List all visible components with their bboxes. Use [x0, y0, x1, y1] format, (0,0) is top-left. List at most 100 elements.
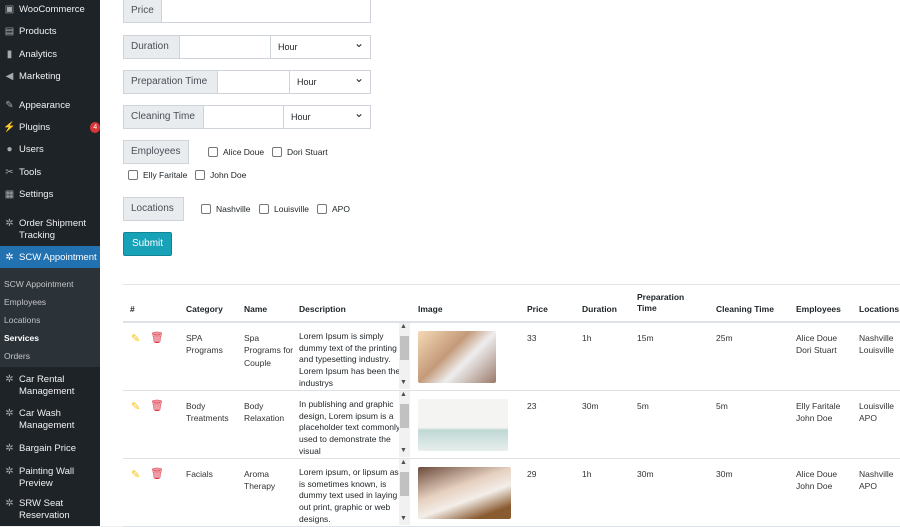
cell-name: Spa Programs for Couple [244, 333, 294, 368]
sidebar-item-analytics[interactable]: ▮ Analytics [0, 49, 100, 61]
prep-unit-select[interactable]: Hour [289, 67, 371, 94]
employee-checkbox[interactable]: Elly Faritale [128, 170, 187, 180]
duration-input[interactable] [179, 35, 271, 59]
sidebar-item-appearance[interactable]: ✎ Appearance [0, 100, 100, 112]
sidebar-item-users[interactable]: ● Users [0, 144, 100, 156]
woo-icon: ▣ [4, 4, 15, 15]
sidebar-item-label: Bargain Price [19, 443, 77, 454]
gear-icon: ✲ [5, 218, 14, 229]
sidebar-item-label: Analytics [19, 49, 58, 60]
cell-description[interactable]: In publishing and graphic design, Lorem … [295, 391, 411, 457]
edit-icon[interactable]: ✎ [131, 400, 140, 413]
submenu-services[interactable]: Services [4, 333, 39, 343]
sidebar-item-car-rental-management[interactable]: ✲ Car Rental Management [0, 374, 100, 398]
sidebar-item-car-wash-management[interactable]: ✲ Car Wash Management [0, 408, 100, 432]
employees-label: Employees [123, 140, 189, 164]
admin-sidebar: SCW Appointment Employees Locations Serv… [0, 0, 100, 526]
duration-unit-select[interactable]: Hour [270, 32, 371, 59]
cleaning-label: Cleaning Time [123, 105, 204, 129]
submenu-scw-appointment[interactable]: SCW Appointment [4, 279, 73, 289]
column-header: Locations [859, 304, 900, 314]
sidebar-item-label: Tools [19, 167, 42, 178]
sidebar-item-tools[interactable]: ✂ Tools [0, 167, 100, 179]
submenu: SCW Appointment Employees Locations Serv… [0, 268, 100, 367]
cell-locations: Louisville APO [859, 401, 894, 424]
cell-prep: 5m [637, 401, 649, 411]
submenu-orders[interactable]: Orders [4, 351, 30, 361]
cell-category: SPA Programs [186, 333, 223, 356]
gear-icon: ✲ [5, 252, 14, 263]
cell-cleaning: 30m [716, 469, 733, 479]
column-header: Description [299, 304, 346, 314]
trash-icon[interactable]: 🗑 [150, 467, 164, 480]
description-scrollbar[interactable]: ▲ ▼ [399, 391, 410, 457]
column-header: Price [527, 304, 548, 314]
submenu-employees[interactable]: Employees [4, 297, 46, 307]
locations-label: Locations [123, 197, 184, 221]
prep-label: Preparation Time [123, 70, 218, 94]
sidebar-item-srw-seat-reservation[interactable]: ✲ SRW Seat Reservation [0, 498, 100, 522]
sidebar-item-label: Car Rental Management [19, 374, 75, 397]
employee-checkbox[interactable]: Alice Doue [208, 147, 264, 157]
sidebar-item-woocommerce[interactable]: ▣ WooCommerce [0, 4, 100, 16]
cell-prep: 30m [637, 469, 654, 479]
column-header: Category [186, 304, 223, 314]
sidebar-item-scw-appointment[interactable]: ✲ SCW Appointment [0, 246, 100, 268]
location-checkbox[interactable]: APO [317, 204, 350, 214]
edit-icon[interactable]: ✎ [131, 332, 140, 345]
sidebar-item-painting-wall-preview[interactable]: ✲ Painting Wall Preview [0, 466, 100, 490]
trash-icon[interactable]: 🗑 [150, 331, 164, 344]
sidebar-item-label: SCW Appointment [19, 252, 97, 263]
description-scrollbar[interactable]: ▲ ▼ [399, 323, 410, 389]
cell-name: Aroma Therapy [244, 469, 276, 492]
edit-icon[interactable]: ✎ [131, 468, 140, 481]
cell-cleaning: 25m [716, 333, 733, 343]
employee-checkbox[interactable]: Dori Stuart [272, 147, 328, 157]
location-checkbox[interactable]: Louisville [259, 204, 309, 214]
update-count-badge: 4 [90, 122, 100, 133]
sidebar-item-settings[interactable]: ▦ Settings [0, 189, 100, 201]
cell-price: 29 [527, 469, 537, 479]
cleaning-unit-select[interactable]: Hour [283, 102, 371, 129]
cell-duration: 1h [582, 333, 592, 343]
sidebar-item-label: SRW Seat Reservation [19, 498, 70, 521]
employee-checkbox[interactable]: John Doe [195, 170, 246, 180]
sidebar-item-label: Painting Wall Preview [19, 466, 75, 489]
sidebar-item-order-shipment-tracking[interactable]: ✲ Order Shipment Tracking [0, 218, 100, 242]
cell-employees: Alice Doue John Doe [796, 469, 838, 492]
cell-employees: Elly Faritale John Doe [796, 401, 841, 424]
cell-description[interactable]: Lorem ipsum, or lipsum as it is sometime… [295, 459, 411, 525]
sidebar-item-plugins[interactable]: ⚡ Plugins 4 [0, 122, 100, 134]
row-divider [123, 390, 900, 391]
location-checkbox[interactable]: Nashville [201, 204, 251, 214]
sidebar-item-label: WooCommerce [19, 4, 85, 15]
cell-duration: 30m [582, 401, 599, 411]
description-scrollbar[interactable]: ▲ ▼ [399, 459, 410, 525]
wrench-icon: ✂ [5, 167, 14, 178]
service-image [418, 399, 508, 451]
prep-input[interactable] [217, 70, 290, 94]
price-input[interactable] [161, 0, 371, 23]
header-divider [123, 321, 900, 323]
submit-button[interactable]: Submit [123, 232, 172, 256]
brush-icon: ✎ [5, 100, 14, 111]
sidebar-item-bargain-price[interactable]: ✲ Bargain Price [0, 443, 100, 455]
column-header: # [130, 304, 135, 314]
submenu-locations[interactable]: Locations [4, 315, 40, 325]
gear-icon: ✲ [5, 408, 14, 419]
cleaning-input[interactable] [203, 105, 284, 129]
trash-icon[interactable]: 🗑 [150, 399, 164, 412]
sidebar-item-label: Settings [19, 189, 54, 200]
column-header: Image [418, 304, 443, 314]
megaphone-icon: ◀ [5, 71, 14, 82]
sidebar-item-marketing[interactable]: ◀ Marketing [0, 71, 100, 83]
service-image [418, 467, 511, 519]
plugin-icon: ⚡ [3, 122, 16, 133]
sidebar-item-label: Marketing [19, 71, 61, 82]
sidebar-item-products[interactable]: ▤ Products [0, 26, 100, 38]
sidebar-item-label: Users [19, 144, 44, 155]
column-header: Name [244, 304, 268, 314]
cell-locations: Nashville Louisville [859, 333, 894, 356]
chart-icon: ▮ [6, 49, 13, 60]
cell-description[interactable]: Lorem Ipsum is simply dummy text of the … [295, 323, 411, 389]
